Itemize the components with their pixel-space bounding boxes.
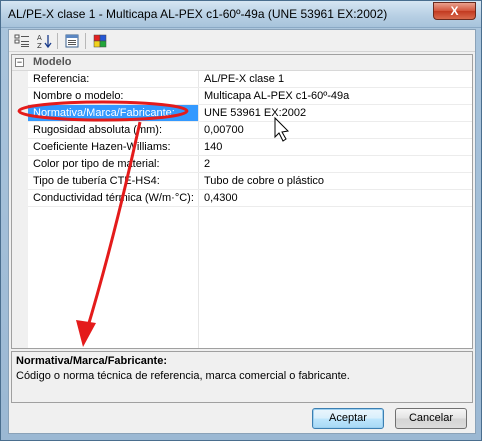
property-toolbar: A Z xyxy=(9,30,475,52)
property-name: Normativa/Marca/Fabricante: xyxy=(33,107,175,119)
property-name: Referencia: xyxy=(33,73,90,85)
window-title: AL/PE-X clase 1 - Multicapa AL-PEX c1-60… xyxy=(8,7,388,21)
property-pages-icon[interactable] xyxy=(63,33,81,49)
property-value[interactable]: Tubo de cobre o plástico xyxy=(204,175,324,187)
property-value[interactable]: 0,00700 xyxy=(204,124,244,136)
category-label: Modelo xyxy=(33,56,72,68)
property-value[interactable]: 140 xyxy=(204,141,222,153)
close-button[interactable]: X xyxy=(433,2,476,20)
title-bar[interactable]: AL/PE-X clase 1 - Multicapa AL-PEX c1-60… xyxy=(1,1,481,28)
property-row-nombre[interactable]: Nombre o modelo: Multicapa AL-PEX c1-60º… xyxy=(28,88,472,105)
cancel-button[interactable]: Cancelar xyxy=(395,408,467,429)
collapse-icon[interactable]: − xyxy=(15,58,24,67)
dialog-body: A Z − Modelo Referencia: AL/PE-X clase 1… xyxy=(8,29,476,434)
property-name: Coeficiente Hazen-Williams: xyxy=(33,141,171,153)
property-row-tipo-tuberia[interactable]: Tipo de tubería CTE-HS4: Tubo de cobre o… xyxy=(28,173,472,190)
toolbar-separator xyxy=(57,33,58,49)
property-row-color[interactable]: Color por tipo de material: 2 xyxy=(28,156,472,173)
svg-text:Z: Z xyxy=(37,42,42,49)
property-row-hazen[interactable]: Coeficiente Hazen-Williams: 140 xyxy=(28,139,472,156)
description-panel: Normativa/Marca/Fabricante: Código o nor… xyxy=(11,351,473,403)
property-value[interactable]: Multicapa AL-PEX c1-60º-49a xyxy=(204,90,349,102)
categorized-icon[interactable] xyxy=(13,33,31,49)
property-name: Color por tipo de material: xyxy=(33,158,160,170)
property-row-normativa[interactable]: Normativa/Marca/Fabricante: UNE 53961 EX… xyxy=(28,105,472,122)
property-grid: − Modelo Referencia: AL/PE-X clase 1 Nom… xyxy=(11,54,473,349)
toolbar-separator xyxy=(85,33,86,49)
property-row-referencia[interactable]: Referencia: AL/PE-X clase 1 xyxy=(28,71,472,88)
property-value[interactable]: AL/PE-X clase 1 xyxy=(204,73,284,85)
property-name: Nombre o modelo: xyxy=(33,90,124,102)
property-value[interactable]: 2 xyxy=(204,158,210,170)
accept-button[interactable]: Aceptar xyxy=(312,408,384,429)
property-name: Tipo de tubería CTE-HS4: xyxy=(33,175,160,187)
category-row-modelo[interactable]: − Modelo xyxy=(12,55,472,71)
alphabetical-icon[interactable]: A Z xyxy=(35,33,53,49)
property-name: Conductividad térmica (W/m·°C): xyxy=(33,192,194,204)
property-name: Rugosidad absoluta (mm): xyxy=(33,124,163,136)
property-value[interactable]: UNE 53961 EX:2002 xyxy=(204,107,306,119)
dialog-window: AL/PE-X clase 1 - Multicapa AL-PEX c1-60… xyxy=(0,0,482,441)
grid-gutter xyxy=(12,55,28,348)
property-row-conductividad[interactable]: Conductividad térmica (W/m·°C): 0,4300 xyxy=(28,190,472,207)
description-title: Normativa/Marca/Fabricante: xyxy=(16,355,167,367)
svg-text:A: A xyxy=(37,34,42,42)
property-value[interactable]: 0,4300 xyxy=(204,192,238,204)
color-icon[interactable] xyxy=(91,33,109,49)
property-row-rugosidad[interactable]: Rugosidad absoluta (mm): 0,00700 xyxy=(28,122,472,139)
description-text: Código o norma técnica de referencia, ma… xyxy=(16,370,350,382)
